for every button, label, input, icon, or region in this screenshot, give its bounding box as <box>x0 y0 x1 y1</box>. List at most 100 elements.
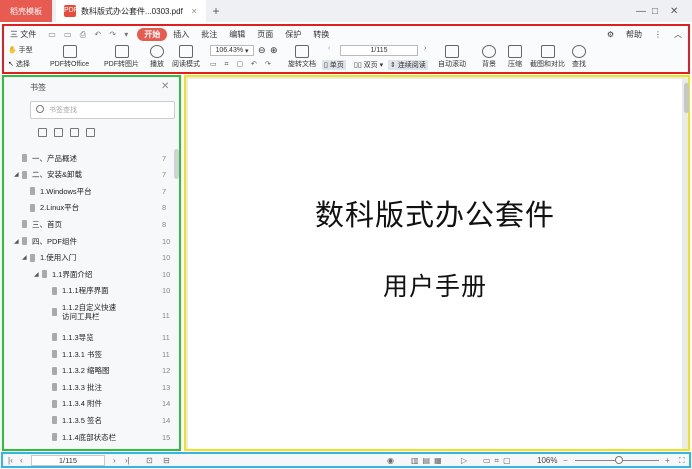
prev-page-button[interactable]: ‹ <box>20 456 23 465</box>
menu-protect[interactable]: 保护 <box>279 29 307 40</box>
fit-page-icons[interactable]: ▭ ⌗ ▢ ↶ ↷ <box>210 60 274 69</box>
pdf-to-image-button[interactable]: PDF转图片 <box>104 45 139 69</box>
page-number-input[interactable]: 1/115 <box>340 45 418 56</box>
new-tab-button[interactable]: + <box>208 0 224 22</box>
bookmark-item[interactable]: ◢ 二、安装&卸载 7 <box>4 167 179 183</box>
zoom-plus-button[interactable]: + <box>665 456 670 465</box>
compress-button[interactable]: 压缩 <box>508 45 522 69</box>
find-button[interactable]: 查找 <box>572 45 586 69</box>
bookmark-item[interactable]: ◢ 四、PDF组件 10 <box>4 233 179 249</box>
minimize-button[interactable]: — <box>636 0 646 22</box>
tab-home[interactable]: 稻壳模板 <box>0 0 52 22</box>
background-button[interactable]: 背景 <box>482 45 496 69</box>
double-page-button[interactable]: ▯▯ 双页 ▾ <box>354 60 383 70</box>
bookmark-item-page: 11 <box>162 311 170 321</box>
expand-arrow-icon[interactable]: ◢ <box>34 271 40 278</box>
menu-annotate[interactable]: 批注 <box>195 29 223 40</box>
bookmark-item-label: 1.1.3.4 附件 <box>62 399 103 409</box>
add-bookmark-icon[interactable] <box>70 128 79 137</box>
bookmark-item[interactable]: 三、首页 8 <box>4 216 179 232</box>
collapse-ribbon-icon[interactable]: ︿ <box>668 29 688 40</box>
menu-help[interactable]: 帮助 <box>620 29 648 40</box>
bookmark-item[interactable]: 1.Windows平台 7 <box>4 183 179 199</box>
bookmark-item[interactable]: ◢ 1.使用入门 10 <box>4 250 179 266</box>
fit-page-icon[interactable]: ⊟ <box>163 456 170 465</box>
bookmark-item-icon <box>52 433 57 441</box>
first-page-button[interactable]: |‹ <box>8 456 13 465</box>
expand-all-icon[interactable] <box>38 128 47 137</box>
bookmark-item-icon <box>30 203 35 212</box>
zoom-in-icon[interactable]: ⊕ <box>270 45 278 56</box>
zoom-slider-thumb[interactable] <box>615 456 623 464</box>
bookmark-item-page: 14 <box>162 415 171 425</box>
menu-file[interactable]: 三 文件 <box>4 29 42 40</box>
bookmark-item[interactable]: 一、产品概述 7 <box>4 150 179 166</box>
read-mode-button[interactable]: 阅读模式 <box>172 45 200 69</box>
bookmark-item[interactable]: 2.Linux平台 8 <box>4 200 179 216</box>
quick-access-icons[interactable]: ▭ ▭ ⎙ ↶ ↷ ▾ <box>42 30 137 40</box>
bookmark-item-icon <box>52 286 57 295</box>
next-page-icon[interactable]: › <box>424 45 426 52</box>
maximize-button[interactable]: □ <box>652 0 658 22</box>
bookmark-item[interactable]: 1.1.1程序界面 10 <box>4 283 179 299</box>
delete-bookmark-icon[interactable] <box>86 128 95 137</box>
close-window-button[interactable]: ✕ <box>670 0 678 22</box>
menu-convert[interactable]: 转换 <box>307 29 335 40</box>
auto-scroll-button[interactable]: 自动滚动 <box>438 45 466 69</box>
status-page-input[interactable]: 1/115 <box>31 455 105 466</box>
select-tool-button[interactable]: ↖ 选择 <box>8 59 30 69</box>
bookmark-item[interactable]: 1.1.4底部状态栏 15 <box>4 429 179 445</box>
play-icon[interactable]: ▷ <box>461 456 467 465</box>
rotate-document-button[interactable]: 旋转文档 <box>288 45 316 69</box>
more-icon[interactable]: ⋮ <box>648 30 668 39</box>
layout-icons[interactable]: ▭⌗▢ <box>483 456 515 466</box>
zoom-minus-button[interactable]: − <box>563 456 568 465</box>
hand-tool-label: 手型 <box>18 47 33 54</box>
bookmark-search-input[interactable]: 书签查找 <box>30 101 175 119</box>
menu-insert[interactable]: 插入 <box>167 29 195 40</box>
bookmark-item[interactable]: 1.1.3.3 批注 13 <box>4 379 179 395</box>
document-page[interactable]: 数科版式办公套件 用户手册 <box>188 79 682 449</box>
gear-icon[interactable]: ⚙ <box>601 30 620 39</box>
bookmark-item[interactable]: ◢ 1.1界面介绍 10 <box>4 266 179 282</box>
play-button[interactable]: 播放 <box>150 45 164 69</box>
search-icon <box>572 45 586 58</box>
expand-arrow-icon[interactable]: ◢ <box>22 254 28 261</box>
hand-tool-button[interactable]: ✋ 手型 <box>8 45 33 55</box>
zoom-out-icon[interactable]: ⊖ <box>258 45 266 56</box>
bookmark-item[interactable]: 1.1.3.2 缩略图 12 <box>4 363 179 379</box>
auto-scroll-label: 自动滚动 <box>438 61 466 68</box>
document-scrollbar[interactable] <box>684 83 689 113</box>
fit-width-icon[interactable]: ⊡ <box>146 456 153 465</box>
bookmark-item[interactable]: 1.1.3.1 书签 11 <box>4 346 179 362</box>
collapse-all-icon[interactable] <box>54 128 63 137</box>
bookmark-item[interactable]: 1.2 设置 15 <box>4 446 179 449</box>
tab-close-icon[interactable]: ✕ <box>191 7 198 16</box>
bookmark-item-page: 10 <box>162 269 171 279</box>
screenshot-compare-button[interactable]: 截图和对比 <box>530 45 565 69</box>
close-icon[interactable]: ✕ <box>161 81 169 92</box>
menu-page[interactable]: 页面 <box>251 29 279 40</box>
bookmark-item[interactable]: 1.1.3导览 11 <box>4 329 179 345</box>
last-page-button[interactable]: ›| <box>125 456 130 465</box>
pdf-to-office-button[interactable]: PDF转Office <box>50 45 89 69</box>
prev-page-icon[interactable]: ‹ <box>328 45 330 52</box>
expand-arrow-icon[interactable]: ◢ <box>14 238 20 245</box>
bookmark-item[interactable]: 1.1.2自定义快速 访问工具栏 11 <box>4 299 179 325</box>
bookmark-scrollbar[interactable] <box>174 149 179 179</box>
tab-document[interactable]: PDF 数科版式办公套件...0303.pdf ✕ <box>56 0 206 22</box>
bookmark-item[interactable]: 1.1.3.4 附件 14 <box>4 396 179 412</box>
fullscreen-icon[interactable]: ⛶ <box>679 456 685 466</box>
view-mode-icons[interactable]: ▥▤▦ <box>411 456 446 465</box>
continuous-read-button[interactable]: ⇕ 连续阅读 <box>388 60 428 70</box>
bookmark-item-page: 10 <box>162 286 171 296</box>
bookmark-item[interactable]: 1.1.3.5 签名 14 <box>4 412 179 428</box>
bookmark-item-icon <box>22 170 27 179</box>
single-page-button[interactable]: ▯ 单页 <box>322 60 346 70</box>
expand-arrow-icon[interactable]: ◢ <box>14 171 20 178</box>
zoom-select[interactable]: 106.43% ▾ <box>210 45 254 56</box>
menu-start[interactable]: 开始 <box>137 28 168 41</box>
menu-edit[interactable]: 编辑 <box>223 29 251 40</box>
next-page-button[interactable]: › <box>113 456 116 465</box>
eye-icon[interactable]: ◉ <box>387 456 394 465</box>
